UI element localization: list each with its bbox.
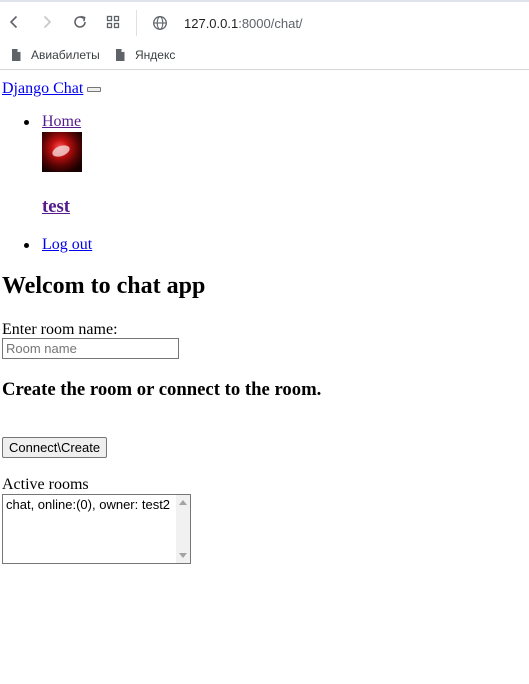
active-rooms-textarea[interactable]: chat, online:(0), owner: test2 xyxy=(2,494,191,564)
page-title: Welcom to chat app xyxy=(2,273,206,299)
forward-arrow-icon xyxy=(43,15,52,29)
bookmark-label: Яндекс xyxy=(135,48,176,62)
globe-icon xyxy=(153,16,167,30)
grid-icon xyxy=(106,15,120,29)
bookmark-aviabilety[interactable]: Авиабилеты xyxy=(9,45,100,65)
active-room-entry: chat, online:(0), owner: test2 xyxy=(6,497,171,512)
room-name-label: Enter room name: xyxy=(2,321,118,338)
tab-grid-button[interactable] xyxy=(101,10,125,34)
textarea-scrollbar[interactable] xyxy=(176,495,190,563)
back-button[interactable] xyxy=(2,10,26,34)
instructions-heading: Create the room or connect to the room. xyxy=(2,379,322,400)
back-arrow-icon xyxy=(9,15,18,29)
url-host: 127.0.0.1 xyxy=(184,15,239,31)
bookmarks-bar: Авиабилеты Яндекс xyxy=(0,40,529,70)
connect-create-button[interactable]: Connect\Create xyxy=(2,437,108,458)
reload-button[interactable] xyxy=(68,10,92,34)
list-bullet xyxy=(24,120,29,125)
list-bullet xyxy=(24,243,29,248)
username-link[interactable]: test xyxy=(42,196,70,217)
forward-button[interactable] xyxy=(35,10,59,34)
room-name-input[interactable] xyxy=(2,338,179,359)
bookmark-yandex[interactable]: Яндекс xyxy=(113,45,175,65)
scroll-up-icon[interactable] xyxy=(179,500,187,505)
document-icon xyxy=(116,49,125,61)
home-link[interactable]: Home xyxy=(42,113,81,130)
navbar: Django Chat xyxy=(2,80,102,98)
brand-link[interactable]: Django Chat xyxy=(2,80,83,97)
active-rooms-label: Active rooms xyxy=(2,476,89,493)
document-icon xyxy=(12,49,21,61)
username-heading: test xyxy=(42,196,70,218)
url-text: 127.0.0.1:8000/chat/ xyxy=(184,16,303,31)
browser-toolbar: 127.0.0.1:8000/chat/ xyxy=(0,0,529,40)
scroll-down-icon[interactable] xyxy=(179,553,187,558)
nav-item-home: Home xyxy=(0,113,81,131)
reload-icon xyxy=(74,15,86,28)
toolbar-divider xyxy=(136,10,137,36)
nav-list: Home xyxy=(0,113,81,131)
logout-link[interactable]: Log out xyxy=(42,236,92,254)
address-bar[interactable]: 127.0.0.1:8000/chat/ xyxy=(148,10,518,36)
url-path: :8000/chat/ xyxy=(238,15,303,31)
navbar-toggler-button[interactable] xyxy=(87,86,102,92)
avatar xyxy=(42,132,82,172)
bookmark-label: Авиабилеты xyxy=(31,48,100,62)
